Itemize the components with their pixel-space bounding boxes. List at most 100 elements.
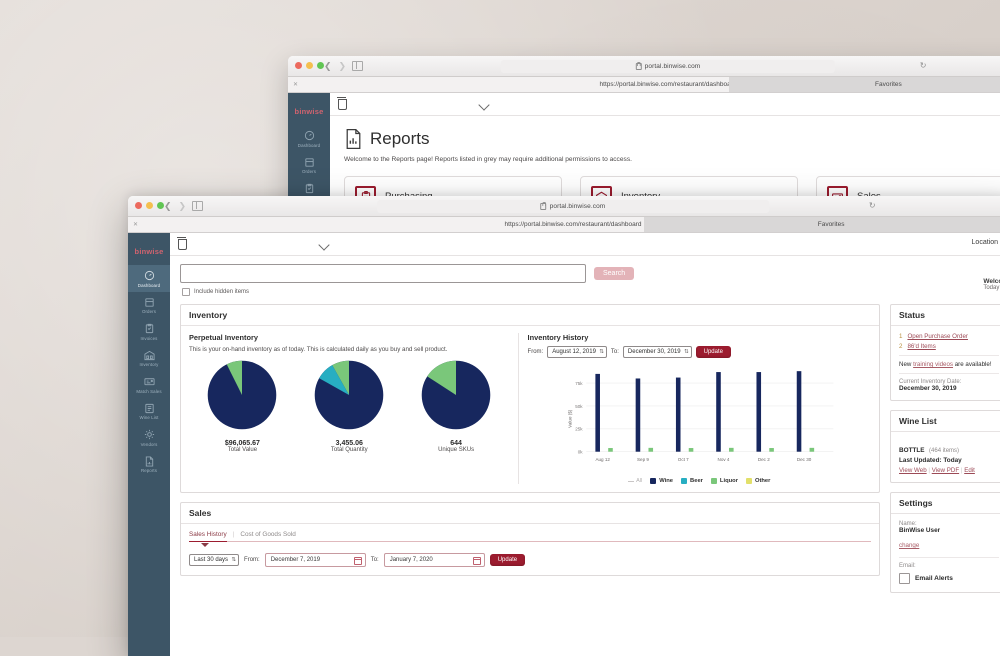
include-hidden-items-row[interactable]: Include hidden items xyxy=(182,288,1000,296)
back-window-titlebar[interactable]: ❮ ❯ portal.binwise.com ↻ xyxy=(288,56,1000,77)
legend-item-beer[interactable]: Beer xyxy=(681,478,703,484)
front-window-traffic-lights[interactable] xyxy=(135,202,164,209)
back-brand-logo[interactable]: binwise xyxy=(288,97,330,125)
sales-update-button[interactable]: Update xyxy=(489,554,526,566)
chart-legend[interactable]: All Wine Beer Liquor Other xyxy=(528,478,871,484)
close-button[interactable] xyxy=(135,202,142,209)
sales-to-date-input[interactable]: January 7, 2020 xyxy=(383,553,485,567)
pie-value-total-value: $96,065.67 xyxy=(224,440,260,447)
perpetual-inventory-description: This is your on-hand inventory as of tod… xyxy=(189,346,448,353)
sidebar-item-wine-list[interactable]: Wine List xyxy=(128,398,170,425)
chevron-down-icon[interactable] xyxy=(318,239,330,251)
settings-change-link[interactable]: change xyxy=(899,542,919,549)
history-to-select[interactable]: December 30, 2019 xyxy=(622,346,692,358)
lock-icon xyxy=(635,61,642,70)
wine-list-edit-link[interactable]: Edit xyxy=(964,467,975,474)
legend-item-all[interactable]: All xyxy=(628,478,642,484)
sales-range-select[interactable]: Last 30 days xyxy=(189,554,240,566)
sidebar-item-inventory[interactable]: Inventory xyxy=(128,345,170,372)
maximize-button[interactable] xyxy=(157,202,164,209)
status-row-86d-items[interactable]: 2 86'd Items xyxy=(899,343,999,350)
maximize-button[interactable] xyxy=(317,62,324,69)
back-bookmark-bar[interactable]: ✕ https://portal.binwise.com/restaurant/… xyxy=(288,77,1000,93)
front-window-titlebar[interactable]: ❮ ❯ portal.binwise.com ↻ xyxy=(128,196,1000,217)
wine-list-card-title: Wine List xyxy=(891,411,1000,432)
browser-window-dashboard[interactable]: ❮ ❯ portal.binwise.com ↻ ✕ https://porta… xyxy=(128,196,1000,656)
tab-cost-of-goods-sold[interactable]: Cost of Goods Sold xyxy=(240,531,295,538)
sidebar-item-reports[interactable]: Reports xyxy=(128,451,170,478)
front-sidebar[interactable]: binwise Dashboard Orders Invoices Invent… xyxy=(128,233,170,656)
reload-icon[interactable]: ↻ xyxy=(920,61,927,70)
back-button[interactable]: ❮ xyxy=(164,200,172,212)
calendar-icon[interactable] xyxy=(353,556,362,565)
trash-icon[interactable] xyxy=(337,97,347,110)
dashboard-right-column: Status 1 Open Purchase Order 2 86'd Item… xyxy=(890,304,1000,602)
pie-chart-unique-skus: 644 Unique SKUs xyxy=(420,359,492,453)
wine-list-name: BOTTLE xyxy=(899,447,925,454)
front-favorites-tab[interactable]: Favorites xyxy=(644,217,1000,232)
status-row-open-purchase-order[interactable]: 1 Open Purchase Order xyxy=(899,333,999,340)
calendar-icon[interactable] xyxy=(472,556,481,565)
sidebar-toggle-icon[interactable] xyxy=(192,201,203,211)
report-document-icon xyxy=(145,455,153,467)
pie-label-total-value: Total Value xyxy=(227,447,258,453)
status-card-body: 1 Open Purchase Order 2 86'd Items New t… xyxy=(891,326,1000,400)
back-window-traffic-lights[interactable] xyxy=(295,62,324,69)
back-favorites-tab[interactable]: Favorites xyxy=(728,77,1000,92)
include-hidden-items-checkbox[interactable] xyxy=(182,288,190,296)
link-separator-1: | xyxy=(928,467,930,474)
back-sidebar-item-dashboard[interactable]: Dashboard xyxy=(288,125,330,152)
perpetual-inventory-section: Perpetual Inventory This is your on-hand… xyxy=(189,333,519,484)
settings-email-alerts-row[interactable]: Email Alerts xyxy=(899,573,999,584)
chevron-down-icon[interactable] xyxy=(478,99,490,111)
sidebar-item-dashboard[interactable]: Dashboard xyxy=(128,265,170,292)
forward-button[interactable]: ❯ xyxy=(179,200,187,212)
sales-controls-row: Last 30 days From: December 7, 2019 To: … xyxy=(189,553,871,567)
reports-description: Welcome to the Reports page! Reports lis… xyxy=(344,156,632,163)
email-alerts-label: Email Alerts xyxy=(915,575,953,582)
legend-item-other[interactable]: Other xyxy=(745,478,770,484)
box-icon xyxy=(304,157,314,167)
front-location-label[interactable]: Location xyxy=(972,239,998,246)
sidebar-item-invoices[interactable]: Invoices xyxy=(128,318,170,345)
sidebar-item-orders[interactable]: Orders xyxy=(128,292,170,319)
sidebar-toggle-icon[interactable] xyxy=(352,61,363,71)
email-alerts-checkbox[interactable] xyxy=(899,573,910,584)
history-from-select[interactable]: August 12, 2019 xyxy=(547,346,607,358)
wine-list-view-pdf-link[interactable]: View PDF xyxy=(932,467,959,474)
status-link-open-purchase-order[interactable]: Open Purchase Order xyxy=(907,333,968,340)
back-button[interactable]: ❮ xyxy=(324,60,332,72)
front-brand-text: binwise xyxy=(134,246,164,256)
minimize-button[interactable] xyxy=(146,202,153,209)
wine-list-view-web-link[interactable]: View Web xyxy=(899,467,927,474)
close-button[interactable] xyxy=(295,62,302,69)
front-url-bar[interactable]: portal.binwise.com xyxy=(377,200,769,213)
svg-text:0k: 0k xyxy=(577,450,583,455)
front-bookmark-bar[interactable]: ✕ https://portal.binwise.com/restaurant/… xyxy=(128,217,1000,233)
svg-text:25k: 25k xyxy=(575,427,583,432)
pie-chart-total-quantity: 3,455.06 Total Quantity xyxy=(313,359,385,453)
history-update-button[interactable]: Update xyxy=(695,346,731,358)
search-input[interactable] xyxy=(180,264,586,283)
svg-text:Dec 30: Dec 30 xyxy=(796,457,811,462)
back-url-bar[interactable]: portal.binwise.com xyxy=(500,60,836,73)
back-sidebar-item-orders[interactable]: Orders xyxy=(288,152,330,179)
search-button[interactable]: Search xyxy=(594,267,635,280)
front-brand-logo[interactable]: binwise xyxy=(128,237,170,265)
warehouse-icon xyxy=(143,350,155,360)
legend-item-liquor[interactable]: Liquor xyxy=(710,478,738,484)
forward-button[interactable]: ❯ xyxy=(339,60,347,72)
front-nav-buttons[interactable]: ❮ ❯ xyxy=(164,200,186,212)
sidebar-item-vendors[interactable]: Vendors xyxy=(128,424,170,451)
trash-icon[interactable] xyxy=(177,237,187,250)
sidebar-item-match-sales[interactable]: Match Sales xyxy=(128,371,170,398)
minimize-button[interactable] xyxy=(306,62,313,69)
tab-sales-history[interactable]: Sales History xyxy=(189,531,227,542)
legend-item-wine[interactable]: Wine xyxy=(650,478,673,484)
back-nav-buttons[interactable]: ❮ ❯ xyxy=(324,60,346,72)
training-videos-link[interactable]: training videos xyxy=(913,361,953,368)
status-link-86d-items[interactable]: 86'd Items xyxy=(907,343,935,350)
gear-icon xyxy=(144,429,154,440)
reload-icon[interactable]: ↻ xyxy=(869,201,876,210)
sales-from-date-input[interactable]: December 7, 2019 xyxy=(264,553,366,567)
